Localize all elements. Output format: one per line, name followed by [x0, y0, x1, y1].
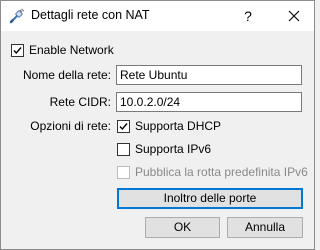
cancel-button[interactable]: Annulla [227, 217, 303, 238]
network-options-label: Opzioni di rete: [30, 119, 111, 133]
cidr-label: Rete CIDR: [49, 95, 111, 109]
close-button[interactable] [280, 2, 308, 30]
close-icon [288, 10, 300, 22]
ipv6-checkbox[interactable]: Supporta IPv6 [117, 142, 211, 156]
cidr-field[interactable]: 10.0.2.0/24 [116, 92, 302, 112]
network-name-field[interactable]: Rete Ubuntu [116, 65, 302, 85]
network-name-label: Nome della rete: [22, 68, 111, 82]
dhcp-label: Supporta DHCP [135, 119, 222, 133]
window-title: Dettagli rete con NAT [31, 8, 150, 22]
checkbox-box[interactable] [117, 142, 130, 156]
ipv6-label: Supporta IPv6 [135, 142, 212, 156]
ok-button[interactable]: OK [145, 217, 220, 238]
checkmark-icon [119, 122, 128, 130]
help-button[interactable]: ? [234, 2, 262, 30]
ipv6-default-route-label: Pubblica la rotta predefinita IPv6 [135, 165, 308, 179]
checkmark-icon [13, 46, 22, 54]
enable-network-label: Enable Network [29, 43, 114, 57]
ipv6-default-route-checkbox[interactable]: Pubblica la rotta predefinita IPv6 [117, 165, 308, 179]
checkbox-box[interactable] [11, 43, 24, 57]
checkbox-box[interactable] [117, 119, 130, 133]
network-cable-icon [9, 8, 25, 24]
enable-network-checkbox[interactable]: Enable Network [11, 43, 114, 57]
title-bar: Dettagli rete con NAT ? [0, 0, 315, 31]
port-forwarding-button[interactable]: Inoltro delle porte [117, 188, 303, 209]
dhcp-checkbox[interactable]: Supporta DHCP [117, 119, 221, 133]
checkbox-box[interactable] [117, 165, 130, 179]
